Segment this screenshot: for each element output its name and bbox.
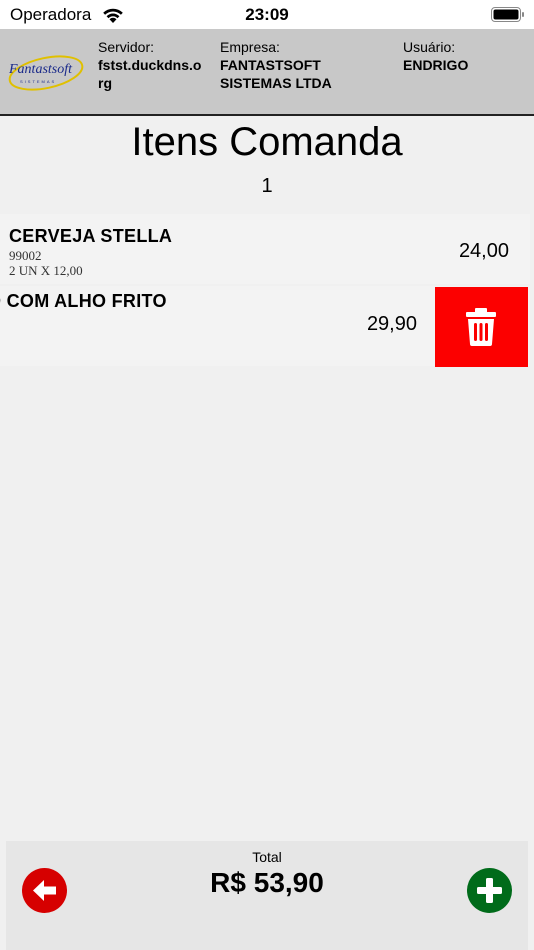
item-price: 29,90: [366, 313, 417, 335]
user-info: Usuário: ENDRIGO: [403, 38, 528, 74]
add-item-button[interactable]: [467, 868, 512, 913]
item-name: CERVEJA STELLA: [9, 226, 173, 246]
delete-item-button[interactable]: [435, 287, 528, 367]
item-quantity: 2 UN X 12,00: [9, 263, 83, 278]
app-header: Fantastsoft SISTEMAS Servidor: fstst.duc…: [0, 29, 534, 116]
company-label: Empresa:: [220, 39, 280, 55]
company-info: Empresa: FANTASTSOFT SISTEMAS LTDA: [220, 38, 390, 92]
item-name: D COM ALHO FRITO: [0, 291, 167, 311]
list-item[interactable]: CERVEJA STELLA 99002 2 UN X 12,00 24,00: [0, 214, 530, 284]
status-bar: Operadora 23:09: [0, 0, 534, 29]
comanda-number: 1: [261, 175, 273, 197]
item-code: 99002: [9, 248, 42, 263]
clock: 23:09: [245, 5, 289, 24]
page-title: Itens Comanda: [131, 120, 403, 164]
total-value: R$ 53,90: [210, 867, 324, 898]
user-label: Usuário:: [403, 39, 456, 55]
battery-icon: [491, 7, 524, 22]
footer-bar: Total R$ 53,90: [6, 841, 528, 950]
fantastsoft-logo: Fantastsoft SISTEMAS: [8, 55, 84, 91]
trash-icon: [466, 308, 496, 346]
total-label: Total: [252, 849, 282, 865]
server-value: fstst.duckdns.o rg: [98, 57, 202, 91]
user-value: ENDRIGO: [403, 57, 469, 73]
svg-text:SISTEMAS: SISTEMAS: [20, 79, 56, 84]
svg-text:Fantastsoft: Fantastsoft: [8, 62, 73, 77]
server-label: Servidor:: [98, 39, 155, 55]
plus-icon: [477, 878, 502, 903]
company-value: FANTASTSOFT SISTEMAS LTDA: [220, 57, 332, 91]
server-info: Servidor: fstst.duckdns.o rg: [98, 38, 218, 92]
item-price: 24,00: [458, 240, 509, 262]
